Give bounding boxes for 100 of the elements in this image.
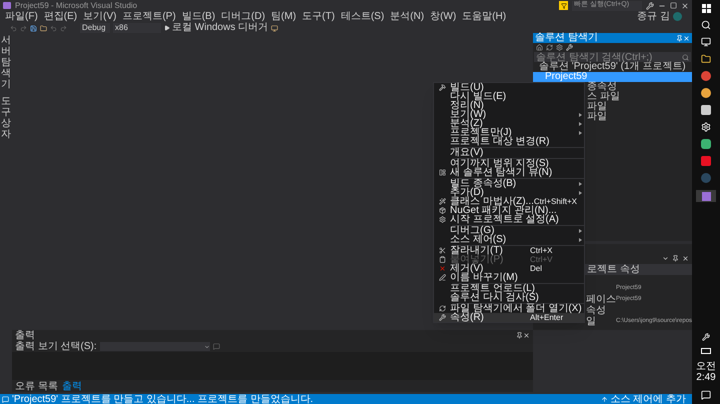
- panel-title: 출력: [15, 330, 36, 341]
- shortcut-text: Del: [530, 264, 544, 273]
- pin-icon[interactable]: [672, 255, 679, 262]
- menu-item[interactable]: 정리(N): [434, 101, 584, 110]
- dropdown-icon[interactable]: [662, 255, 669, 262]
- pin-icon[interactable]: [516, 332, 523, 339]
- menu-item-label: 디버그(G): [450, 226, 494, 235]
- refresh-icon: [438, 305, 446, 312]
- menu-item[interactable]: 프로젝트 대상 변경(R): [434, 137, 584, 146]
- configuration-dropdown[interactable]: Debug: [80, 23, 110, 33]
- menu-item[interactable]: 개요(V): [434, 148, 584, 157]
- menu-bar-item[interactable]: 테스트(S): [338, 11, 388, 22]
- properties-icon[interactable]: [566, 44, 573, 51]
- menu-item[interactable]: 새 솔루션 탐색기 뷰(N): [434, 168, 584, 177]
- menu-bar-item[interactable]: 파일(F): [2, 11, 41, 22]
- menu-item[interactable]: 분석(Z): [434, 119, 584, 128]
- menu-item-label: 분석(Z): [450, 119, 483, 128]
- menu-item[interactable]: 다시 빌드(E): [434, 92, 584, 101]
- shortcut-text: Ctrl+V: [530, 255, 554, 264]
- menu-item[interactable]: 여기까지 범위 지정(S): [434, 159, 584, 168]
- menu-item[interactable]: 빌드 종속성(B): [434, 179, 584, 188]
- menu-item[interactable]: 소스 제어(S): [434, 235, 584, 244]
- menu-item[interactable]: 이름 바꾸기(M): [434, 273, 584, 282]
- tree-item[interactable]: 솔루션 'Project59' (1개 프로젝트): [533, 62, 692, 72]
- menu-item[interactable]: 솔루션 다시 검사(S): [434, 293, 584, 302]
- menu-item-label: 솔루션 다시 검사(S): [450, 293, 540, 302]
- restore-icon[interactable]: [670, 2, 677, 9]
- close-icon[interactable]: [681, 2, 689, 10]
- menu-item-label: 새 솔루션 탐색기 뷰(N): [450, 168, 554, 177]
- menu-bar-item[interactable]: 도구(T): [299, 11, 338, 22]
- menu-item-label: 속성(R): [450, 313, 484, 322]
- app-logo-icon: [3, 2, 11, 9]
- property-name: 페이스: [586, 294, 616, 305]
- sync-icon[interactable]: [546, 44, 553, 51]
- menu-item-label: 빌드 종속성(B): [450, 179, 518, 188]
- search-icon[interactable]: [701, 20, 711, 30]
- shortcut-text: Alt+Enter: [530, 313, 564, 322]
- menu-bar-item[interactable]: 팀(M): [268, 11, 300, 22]
- windows-icon[interactable]: [702, 4, 710, 13]
- menu-item[interactable]: 시작 프로젝트로 설정(A): [434, 215, 584, 224]
- platform-dropdown[interactable]: x86: [113, 23, 161, 33]
- menu-bar-item[interactable]: 창(W): [427, 11, 460, 22]
- arrow-up-icon: [601, 396, 608, 402]
- package-icon: [438, 207, 446, 214]
- menu-item-label: 클래스 마법사(Z)...: [450, 197, 534, 206]
- menu-item[interactable]: 추가(D): [434, 188, 584, 197]
- bottom-tab[interactable]: 출력: [62, 380, 82, 392]
- side-tab[interactable]: 서버 탐색기: [1, 35, 11, 90]
- menu-item[interactable]: 프로젝트 언로드(L): [434, 284, 584, 293]
- menu-item-label: 빌드(U): [450, 83, 484, 92]
- menu-bar-item[interactable]: 빌드(B): [178, 11, 218, 22]
- back-icon[interactable]: [10, 24, 17, 32]
- undo-icon[interactable]: [50, 24, 57, 32]
- clock[interactable]: 오전 2:49: [693, 361, 719, 383]
- menu-item[interactable]: 잘라내기(T) Ctrl+X: [434, 246, 584, 255]
- side-tab[interactable]: 도구 상자: [1, 96, 11, 140]
- home-icon[interactable]: [536, 44, 543, 51]
- menu-item[interactable]: 빌드(U): [434, 83, 584, 92]
- menu-bar-item[interactable]: 분석(N): [387, 11, 428, 22]
- menu-item-label: 제거(V): [450, 264, 484, 273]
- shortcut-text: Ctrl+X: [530, 246, 554, 255]
- panel-icon: [438, 169, 446, 176]
- forward-icon[interactable]: [20, 24, 27, 32]
- menu-bar-item[interactable]: 편집(E): [40, 11, 80, 22]
- close-icon[interactable]: [682, 255, 689, 262]
- menu-item-label: NuGet 패키지 관리(N)...: [450, 206, 557, 215]
- menu-item[interactable]: 클래스 마법사(Z)...Ctrl+Shift+X: [434, 197, 584, 206]
- menu-bar-item[interactable]: 프로젝트(P): [119, 11, 179, 22]
- close-icon[interactable]: [523, 332, 530, 339]
- visual-studio-icon[interactable]: [696, 190, 716, 202]
- property-name: 속성: [586, 305, 606, 316]
- menu-item[interactable]: 속성(R) Alt+Enter: [434, 313, 584, 322]
- bottom-tab[interactable]: 오류 목록: [15, 380, 58, 392]
- menu-item-label: 개요(V): [450, 148, 484, 157]
- menu-item-label: 프로젝트 대상 변경(R): [450, 137, 550, 146]
- notification-icon[interactable]: [701, 390, 711, 400]
- settings-icon[interactable]: [646, 2, 654, 10]
- source-control-button[interactable]: 소스 제어에 추가: [601, 394, 690, 404]
- menu-bar-item[interactable]: 디버그(D): [218, 11, 268, 22]
- menu-item-label: 붙여넣기(P): [450, 255, 504, 264]
- menu-bar-item[interactable]: 도움말(H): [459, 11, 510, 22]
- menu-item-label: 여기까지 범위 지정(S): [450, 159, 549, 168]
- folder-icon[interactable]: [701, 54, 711, 64]
- chevron-down-icon: [204, 344, 210, 350]
- redo-icon[interactable]: [60, 24, 67, 32]
- scissors-icon: [438, 247, 446, 254]
- account-name[interactable]: 종규 김: [637, 11, 670, 22]
- hammer-icon: [438, 84, 446, 91]
- save-icon[interactable]: [30, 24, 37, 32]
- search-icon: [682, 54, 689, 60]
- search-field[interactable]: 솔루션 탐색기 검색(Ctrl+;): [534, 52, 691, 62]
- play-icon: [164, 25, 170, 31]
- folder-icon[interactable]: [40, 24, 47, 32]
- menu-item[interactable]: 디버그(G): [434, 226, 584, 235]
- menu-item[interactable]: NuGet 패키지 관리(N)...: [434, 206, 584, 215]
- menu-item[interactable]: 보기(W): [434, 110, 584, 119]
- menu-bar-item[interactable]: 보기(V): [80, 11, 120, 22]
- menu-item-label: 정리(N): [450, 101, 484, 110]
- menu-item[interactable]: 프로젝트만(J): [434, 128, 584, 137]
- start-debugger-button[interactable]: 로컬 Windows 디버거: [164, 23, 268, 33]
